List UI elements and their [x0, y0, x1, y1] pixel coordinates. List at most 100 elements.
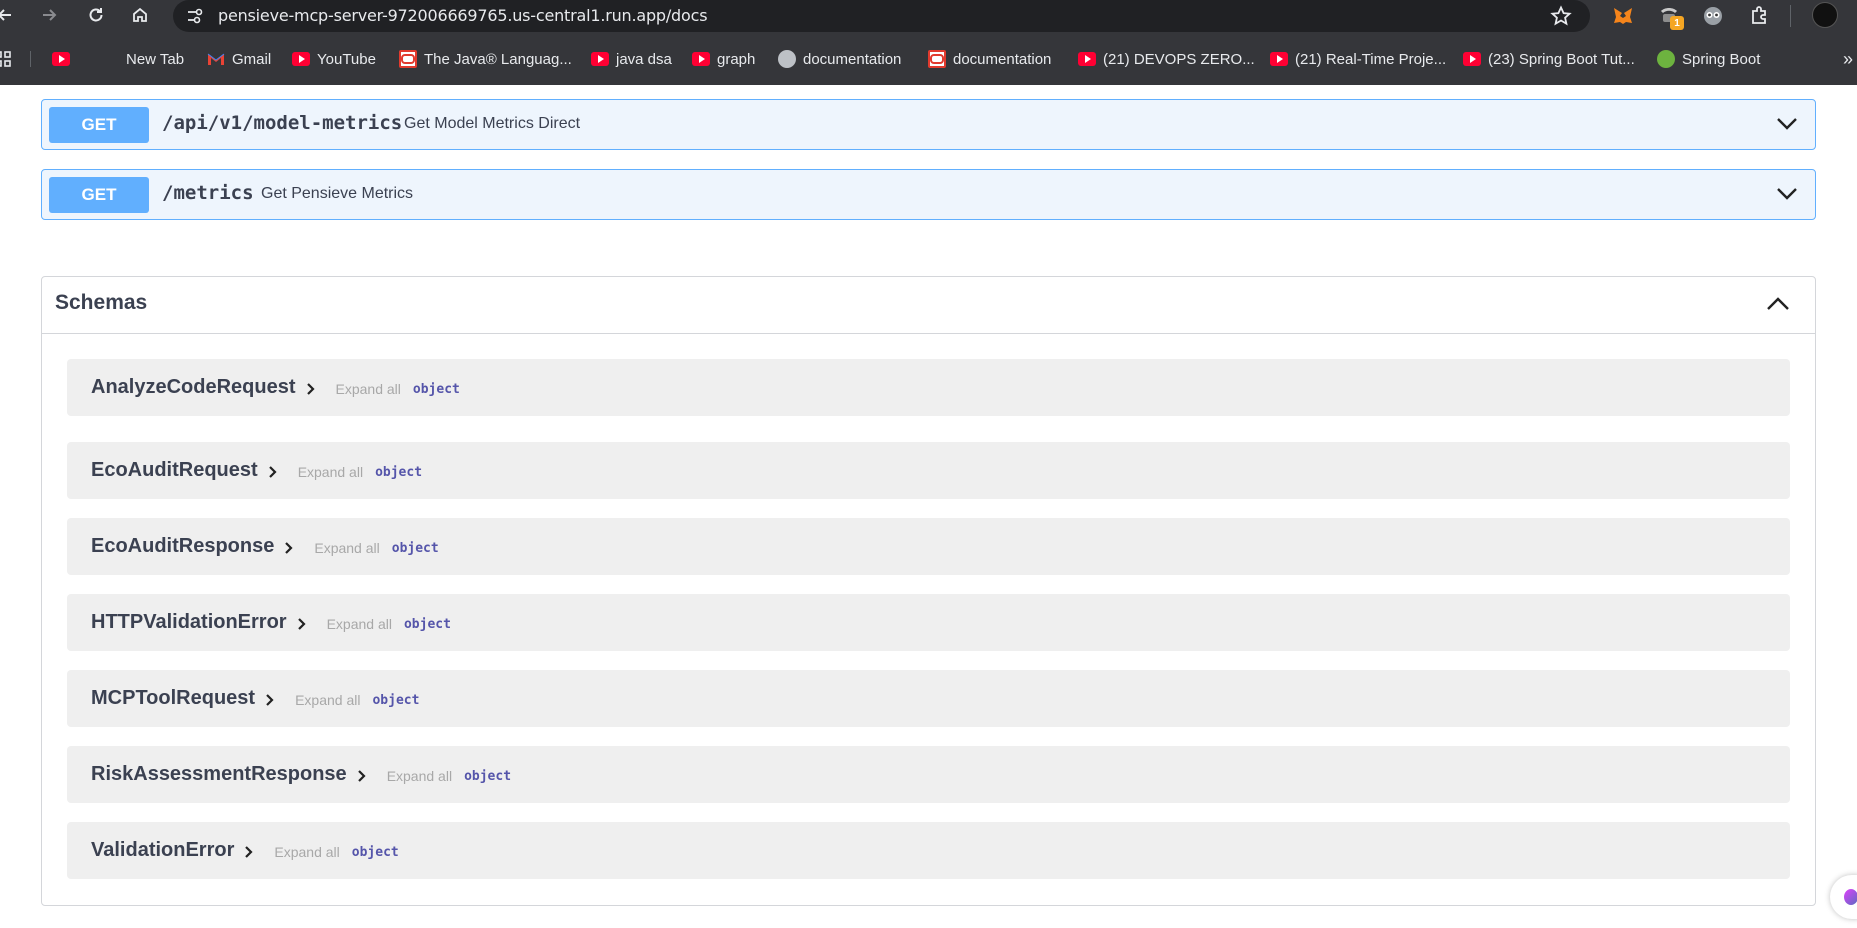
endpoint-model-metrics[interactable]: GET /api/v1/model-metrics Get Model Metr…	[41, 99, 1816, 150]
bookmark-spring-boot[interactable]: Spring Boot	[1657, 48, 1760, 70]
expand-all-link[interactable]: Expand all	[336, 381, 401, 397]
expand-all-link[interactable]: Expand all	[295, 692, 360, 708]
youtube-icon	[292, 52, 310, 66]
ghost-icon	[103, 51, 119, 67]
bookmarks-overflow-button[interactable]: »	[1843, 48, 1853, 70]
method-badge: GET	[49, 177, 149, 213]
bookmark-youtube[interactable]: YouTube	[292, 48, 376, 70]
browser-toolbar: pensieve-mcp-server-972006669765.us-cent…	[0, 0, 1857, 32]
home-button[interactable]	[127, 2, 153, 28]
expand-all-link[interactable]: Expand all	[298, 464, 363, 480]
expand-all-link[interactable]: Expand all	[327, 616, 392, 632]
bookmarks-bar: New Tab Gmail YouTube The Java® Languag.…	[0, 44, 1857, 74]
bookmark-label: (21) DEVOPS ZERO...	[1103, 50, 1255, 68]
globe-icon	[778, 50, 796, 68]
chevron-right-icon[interactable]	[266, 465, 280, 479]
gmail-icon	[207, 52, 225, 66]
reload-button[interactable]	[83, 2, 109, 28]
arrow-right-icon	[43, 9, 57, 21]
model-type: object	[403, 616, 451, 632]
bookmark-label: Gmail	[232, 50, 272, 68]
bookmark-java-dsa[interactable]: java dsa	[591, 48, 672, 70]
assistant-icon	[1844, 889, 1857, 905]
chevron-down-icon[interactable]	[1775, 114, 1799, 134]
extension-badge-icon[interactable]: 1	[1656, 3, 1684, 30]
schemas-header[interactable]: Schemas	[42, 277, 1815, 334]
profile-avatar[interactable]	[1812, 2, 1838, 28]
model-name[interactable]: EcoAuditResponse	[91, 535, 274, 558]
bookmark-star-icon[interactable]	[1550, 5, 1572, 27]
bookmark-youtube-shortcut[interactable]	[52, 48, 70, 70]
swagger-page: GET /api/v1/model-metrics Get Model Metr…	[0, 85, 1857, 928]
oracle-icon	[928, 50, 946, 68]
bookmark-new-tab[interactable]: New Tab	[103, 48, 184, 70]
model-name[interactable]: AnalyzeCodeRequest	[91, 376, 296, 399]
schema-model[interactable]: MCPToolRequest Expand all object	[67, 670, 1790, 727]
expand-all-link[interactable]: Expand all	[274, 844, 339, 860]
bookmark-devops-zero[interactable]: (21) DEVOPS ZERO...	[1078, 48, 1255, 70]
back-button[interactable]	[0, 2, 18, 28]
url-text[interactable]: pensieve-mcp-server-972006669765.us-cent…	[218, 6, 708, 25]
extensions-puzzle-icon[interactable]	[1746, 3, 1772, 29]
chevron-right-icon[interactable]	[263, 693, 277, 707]
schemas-section: Schemas AnalyzeCodeRequest Expand all ob…	[41, 276, 1816, 906]
bookmark-label: New Tab	[126, 50, 185, 68]
expand-all-link[interactable]: Expand all	[387, 768, 452, 784]
model-name[interactable]: HTTPValidationError	[91, 611, 287, 634]
model-type: object	[375, 464, 423, 480]
schema-model[interactable]: EcoAuditRequest Expand all object	[67, 442, 1790, 499]
schema-model[interactable]: EcoAuditResponse Expand all object	[67, 518, 1790, 575]
endpoint-metrics[interactable]: GET /metrics Get Pensieve Metrics	[41, 169, 1816, 220]
home-icon	[133, 7, 147, 22]
schema-model[interactable]: ValidationError Expand all object	[67, 822, 1790, 879]
chevron-up-icon[interactable]	[1765, 293, 1791, 315]
bookmark-real-time-project[interactable]: (21) Real-Time Proje...	[1270, 48, 1446, 70]
floating-assistant-tab[interactable]	[1830, 875, 1857, 919]
bookmark-gmail[interactable]: Gmail	[207, 48, 271, 70]
model-type: object	[391, 540, 439, 556]
bookmark-label: YouTube	[317, 50, 376, 68]
model-type: object	[372, 692, 420, 708]
youtube-icon	[692, 52, 710, 66]
model-name[interactable]: MCPToolRequest	[91, 687, 255, 710]
model-type: object	[351, 844, 399, 860]
method-badge: GET	[49, 107, 149, 143]
address-bar[interactable]: pensieve-mcp-server-972006669765.us-cent…	[173, 0, 1590, 32]
chevron-right-icon[interactable]	[295, 617, 309, 631]
bookmark-label: (23) Spring Boot Tut...	[1488, 50, 1635, 68]
bookmark-java-language[interactable]: The Java® Languag...	[399, 48, 572, 70]
schema-model[interactable]: AnalyzeCodeRequest Expand all object	[67, 359, 1790, 416]
bookmark-documentation-oracle[interactable]: documentation	[928, 48, 1051, 70]
metamask-extension-icon[interactable]	[1610, 3, 1636, 29]
apps-grid-icon[interactable]	[0, 48, 12, 70]
toolbar-divider	[1790, 5, 1791, 27]
oracle-icon	[399, 50, 417, 68]
bookmark-graph[interactable]: graph	[692, 48, 755, 70]
model-type: object	[464, 768, 512, 784]
forward-button[interactable]	[36, 2, 62, 28]
schemas-title: Schemas	[55, 291, 148, 314]
bookmark-label: Spring Boot	[1682, 50, 1761, 68]
chevron-right-icon[interactable]	[355, 769, 369, 783]
chevron-right-icon[interactable]	[304, 382, 318, 396]
owl-extension-icon[interactable]	[1700, 3, 1726, 29]
schema-model[interactable]: HTTPValidationError Expand all object	[67, 594, 1790, 651]
bookmark-label: java dsa	[616, 50, 672, 68]
site-info-icon[interactable]	[185, 6, 205, 26]
chevron-right-icon[interactable]	[282, 541, 296, 555]
bookmark-spring-boot-tutorial[interactable]: (23) Spring Boot Tut...	[1463, 48, 1635, 70]
expand-all-link[interactable]: Expand all	[314, 540, 379, 556]
schema-model[interactable]: RiskAssessmentResponse Expand all object	[67, 746, 1790, 803]
model-name[interactable]: RiskAssessmentResponse	[91, 763, 347, 786]
chevron-right-icon[interactable]	[242, 845, 256, 859]
youtube-icon	[591, 52, 609, 66]
endpoint-path: /metrics	[162, 182, 254, 204]
bookmark-documentation-web[interactable]: documentation	[778, 48, 901, 70]
youtube-icon	[52, 52, 70, 66]
bookmarks-divider	[30, 51, 31, 67]
model-name[interactable]: ValidationError	[91, 839, 234, 862]
chevron-down-icon[interactable]	[1775, 184, 1799, 204]
model-name[interactable]: EcoAuditRequest	[91, 459, 258, 482]
youtube-icon	[1463, 52, 1481, 66]
spring-icon	[1657, 50, 1675, 68]
